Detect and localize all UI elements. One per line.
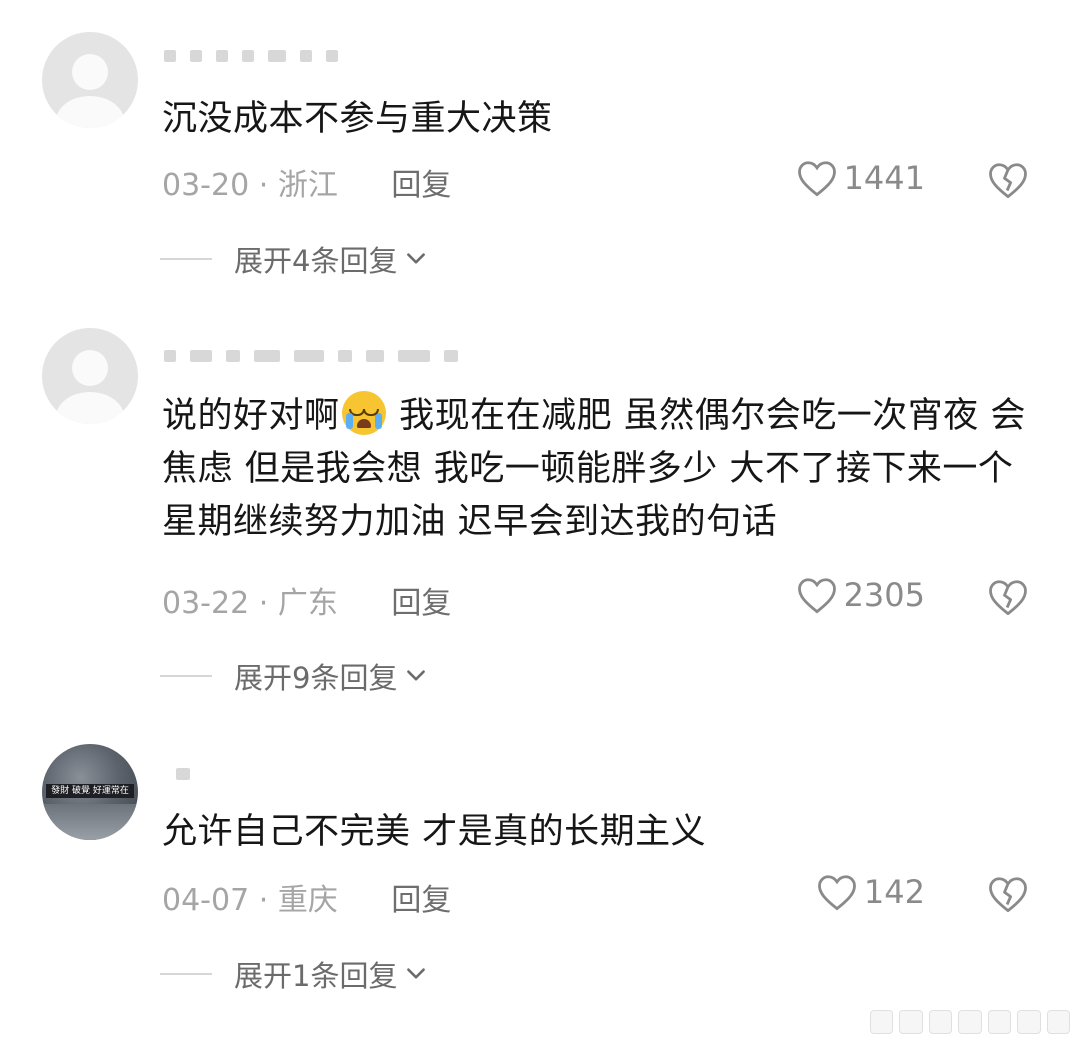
heart-icon [797, 161, 836, 197]
like-button[interactable]: 142 [816, 872, 925, 912]
comment-text-part: 说的好对啊 [162, 396, 340, 436]
comment-date: 04-07 [162, 883, 250, 918]
comment-meta: 03-22 · 广东 回复 [162, 578, 451, 622]
chevron-down-icon [407, 253, 426, 264]
expand-replies-label: 展开4条回复 [234, 244, 398, 278]
comment-text: 说的好对啊 我现在在减肥 虽然偶尔会吃一次宵夜 会焦虑 但是我会想 我吃一顿能胖… [162, 390, 1027, 549]
reply-button[interactable]: 回复 [391, 168, 451, 203]
broken-heart-icon[interactable] [987, 160, 1029, 200]
avatar[interactable]: 發財 破覺 好運常在 [42, 744, 138, 840]
comment-date: 03-22 [162, 586, 250, 621]
avatar-photo-detail [42, 804, 138, 840]
expand-replies-button[interactable]: 展开4条回复 [160, 238, 429, 280]
broken-heart-icon[interactable] [987, 577, 1029, 617]
divider-line [160, 258, 212, 260]
default-avatar-head [72, 54, 108, 90]
broken-heart-icon[interactable] [987, 874, 1029, 914]
heart-icon [797, 578, 836, 614]
blurred-username[interactable] [176, 768, 190, 780]
default-avatar-body [56, 96, 124, 128]
comment-location: 重庆 [277, 883, 338, 918]
meta-separator: · [258, 883, 269, 918]
crying-face-emoji-icon [341, 391, 386, 435]
comment-date: 03-20 [162, 168, 250, 203]
avatar[interactable] [42, 32, 138, 128]
comment-meta: 03-20 · 浙江 回复 [162, 160, 451, 204]
heart-icon [818, 875, 856, 911]
reply-button[interactable]: 回复 [391, 586, 451, 621]
meta-separator: · [258, 168, 269, 203]
like-count: 142 [863, 873, 925, 911]
blurred-username[interactable] [164, 350, 458, 362]
like-count: 1441 [843, 159, 925, 197]
comment-location: 浙江 [277, 168, 338, 203]
watermark-strip [870, 1010, 1070, 1034]
meta-separator: · [258, 586, 269, 621]
chevron-down-icon [407, 670, 426, 681]
avatar-sign-text: 發財 破覺 好運常在 [46, 784, 134, 798]
expand-replies-label: 展开1条回复 [234, 959, 398, 993]
comment-location: 广东 [277, 586, 338, 621]
comment-meta: 04-07 · 重庆 回复 [162, 875, 451, 919]
chevron-down-icon [407, 968, 426, 979]
expand-replies-button[interactable]: 展开9条回复 [160, 655, 429, 697]
avatar[interactable] [42, 328, 138, 424]
like-button[interactable]: 1441 [796, 158, 925, 198]
default-avatar-head [72, 350, 108, 386]
blurred-username[interactable] [164, 50, 338, 62]
default-avatar-body [56, 392, 124, 424]
comment-text: 允许自己不完美 才是真的长期主义 [162, 812, 707, 852]
divider-line [160, 973, 212, 975]
like-count: 2305 [843, 576, 925, 614]
like-button[interactable]: 2305 [796, 575, 925, 615]
divider-line [160, 675, 212, 677]
expand-replies-button[interactable]: 展开1条回复 [160, 953, 429, 995]
comment-text: 沉没成本不参与重大决策 [162, 99, 553, 139]
expand-replies-label: 展开9条回复 [234, 661, 398, 695]
reply-button[interactable]: 回复 [391, 883, 451, 918]
